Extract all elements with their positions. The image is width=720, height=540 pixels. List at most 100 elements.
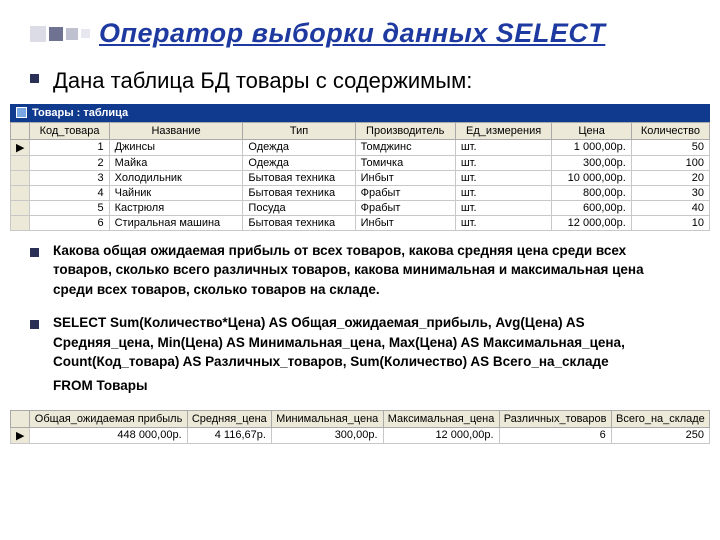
row-selector bbox=[11, 170, 30, 185]
table-cell: Томичка bbox=[355, 155, 455, 170]
col-header: Код_товара bbox=[30, 122, 109, 139]
question-row: Какова общая ожидаемая прибыль от всех т… bbox=[30, 241, 690, 300]
result-row: ▶ 448 000,00р. 4 116,67р. 300,00р. 12 00… bbox=[11, 427, 710, 443]
table-cell: Томджинс bbox=[355, 139, 455, 155]
res-col-header: Средняя_цена bbox=[187, 410, 271, 427]
bullet-icon bbox=[30, 320, 39, 329]
res-col-header: Минимальная_цена bbox=[271, 410, 383, 427]
bullet-icon bbox=[30, 248, 39, 257]
table-cell: 20 bbox=[631, 170, 709, 185]
table-cell: шт. bbox=[455, 155, 552, 170]
row-selector: ▶ bbox=[11, 139, 30, 155]
table-cell: 1 bbox=[30, 139, 109, 155]
row-selector-header bbox=[11, 122, 30, 139]
deco-square bbox=[81, 29, 90, 38]
table-cell: 2 bbox=[30, 155, 109, 170]
table-cell: 6 bbox=[30, 215, 109, 230]
table-row: 3ХолодильникБытовая техникаИнбытшт.10 00… bbox=[11, 170, 710, 185]
table-cell: Майка bbox=[109, 155, 243, 170]
bullet-icon bbox=[30, 74, 39, 83]
row-marker-icon: ▶ bbox=[11, 427, 30, 443]
table-cell: 40 bbox=[631, 200, 709, 215]
title-row: Оператор выборки данных SELECT bbox=[30, 18, 690, 49]
table-cell: 10 bbox=[631, 215, 709, 230]
table-cell: 30 bbox=[631, 185, 709, 200]
table-cell: Инбыт bbox=[355, 215, 455, 230]
res-col-header: Всего_на_складе bbox=[611, 410, 709, 427]
table-cell: 800,00р. bbox=[552, 185, 631, 200]
res-col-header: Максимальная_цена bbox=[383, 410, 499, 427]
row-selector bbox=[11, 200, 30, 215]
table-cell: Бытовая техника bbox=[243, 170, 355, 185]
result-table: Общая_ожидаемая прибыль Средняя_цена Мин… bbox=[10, 410, 710, 444]
row-selector bbox=[11, 155, 30, 170]
table-cell: Инбыт bbox=[355, 170, 455, 185]
row-selector-header bbox=[11, 410, 30, 427]
table-cell: Бытовая техника bbox=[243, 215, 355, 230]
table-cell: 300,00р. bbox=[552, 155, 631, 170]
res-cell: 12 000,00р. bbox=[383, 427, 499, 443]
subtitle: Дана таблица БД товары с содержимым: bbox=[53, 67, 472, 96]
table-cell: 5 bbox=[30, 200, 109, 215]
sql-select: SELECT Sum(Количество*Цена) AS Общая_ожи… bbox=[53, 313, 690, 372]
question-text: Какова общая ожидаемая прибыль от всех т… bbox=[53, 241, 690, 300]
col-header: Тип bbox=[243, 122, 355, 139]
table-cell: 50 bbox=[631, 139, 709, 155]
res-col-header: Общая_ожидаемая прибыль bbox=[30, 410, 187, 427]
table-cell: шт. bbox=[455, 170, 552, 185]
table-cell: шт. bbox=[455, 215, 552, 230]
col-header: Название bbox=[109, 122, 243, 139]
table-icon bbox=[16, 107, 27, 118]
table-cell: Фрабыт bbox=[355, 200, 455, 215]
window-titlebar: Товары : таблица bbox=[10, 104, 710, 122]
table-cell: Кастрюля bbox=[109, 200, 243, 215]
table-cell: 1 000,00р. bbox=[552, 139, 631, 155]
products-table: Код_товара Название Тип Производитель Ед… bbox=[10, 122, 710, 231]
slide-title: Оператор выборки данных SELECT bbox=[99, 18, 605, 49]
table-cell: шт. bbox=[455, 139, 552, 155]
sql-from: FROM Товары bbox=[53, 376, 690, 396]
deco-square bbox=[30, 26, 46, 42]
table-cell: шт. bbox=[455, 200, 552, 215]
table-cell: 4 bbox=[30, 185, 109, 200]
result-table-wrap: Общая_ожидаемая прибыль Средняя_цена Мин… bbox=[10, 410, 710, 444]
col-header: Цена bbox=[552, 122, 631, 139]
res-cell: 448 000,00р. bbox=[30, 427, 187, 443]
deco-square bbox=[66, 28, 78, 40]
res-cell: 250 bbox=[611, 427, 709, 443]
table-cell: 12 000,00р. bbox=[552, 215, 631, 230]
deco-square bbox=[49, 27, 63, 41]
table-row: ▶1ДжинсыОдеждаТомджинсшт.1 000,00р.50 bbox=[11, 139, 710, 155]
table-cell: 10 000,00р. bbox=[552, 170, 631, 185]
table-row: 6Стиральная машинаБытовая техникаИнбытшт… bbox=[11, 215, 710, 230]
table-cell: шт. bbox=[455, 185, 552, 200]
res-col-header: Различных_товаров bbox=[499, 410, 611, 427]
table-cell: Одежда bbox=[243, 155, 355, 170]
table-cell: 600,00р. bbox=[552, 200, 631, 215]
table-row: 2МайкаОдеждаТомичкашт.300,00р.100 bbox=[11, 155, 710, 170]
products-table-window: Товары : таблица Код_товара Название Тип… bbox=[10, 104, 710, 231]
table-cell: Фрабыт bbox=[355, 185, 455, 200]
table-cell: Чайник bbox=[109, 185, 243, 200]
table-cell: Стиральная машина bbox=[109, 215, 243, 230]
table-cell: 100 bbox=[631, 155, 709, 170]
table-cell: Одежда bbox=[243, 139, 355, 155]
col-header: Количество bbox=[631, 122, 709, 139]
res-cell: 300,00р. bbox=[271, 427, 383, 443]
row-selector bbox=[11, 185, 30, 200]
table-cell: Джинсы bbox=[109, 139, 243, 155]
table-row: 5КастрюляПосудаФрабытшт.600,00р.40 bbox=[11, 200, 710, 215]
row-selector bbox=[11, 215, 30, 230]
window-caption: Товары : таблица bbox=[32, 107, 128, 119]
table-cell: 3 bbox=[30, 170, 109, 185]
res-cell: 4 116,67р. bbox=[187, 427, 271, 443]
sql-row: SELECT Sum(Количество*Цена) AS Общая_ожи… bbox=[30, 313, 690, 372]
res-cell: 6 bbox=[499, 427, 611, 443]
subtitle-row: Дана таблица БД товары с содержимым: bbox=[30, 67, 690, 96]
table-cell: Холодильник bbox=[109, 170, 243, 185]
table-cell: Посуда bbox=[243, 200, 355, 215]
table-row: 4ЧайникБытовая техникаФрабытшт.800,00р.3… bbox=[11, 185, 710, 200]
col-header: Ед_измерения bbox=[455, 122, 552, 139]
table-cell: Бытовая техника bbox=[243, 185, 355, 200]
col-header: Производитель bbox=[355, 122, 455, 139]
